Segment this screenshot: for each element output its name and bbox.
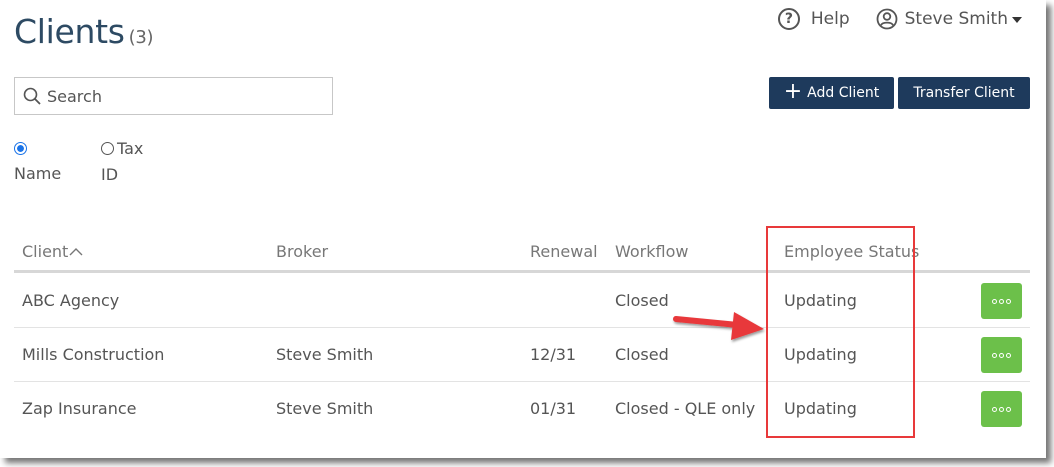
radio-name[interactable]: [14, 142, 27, 155]
radio-tax-label-2: ID: [101, 165, 119, 184]
more-dots-icon: [992, 352, 997, 358]
annotation-arrow-icon: [673, 312, 764, 340]
search-icon: [23, 87, 41, 105]
client-count: (3): [128, 27, 154, 48]
user-name: Steve Smith: [904, 9, 1008, 29]
column-header-renewal[interactable]: Renewal: [530, 242, 598, 261]
more-dots-icon: [992, 298, 997, 304]
user-circle-icon: [876, 8, 898, 30]
column-header-broker[interactable]: Broker: [276, 242, 328, 261]
add-client-button[interactable]: + Add Client: [769, 77, 894, 109]
workflow-status: Closed: [615, 291, 669, 310]
column-header-workflow[interactable]: Workflow: [615, 242, 688, 261]
annotation-highlight-box: [766, 226, 915, 438]
row-actions-button[interactable]: [981, 391, 1022, 427]
radio-tax-option[interactable]: Tax ID: [101, 138, 143, 184]
question-circle-icon: ?: [777, 8, 800, 30]
client-header-label: Client: [22, 242, 69, 261]
broker-name: Steve Smith: [276, 399, 374, 418]
search-input[interactable]: [47, 86, 317, 106]
radio-name-option[interactable]: Name: [14, 138, 61, 183]
caret-down-icon: [1012, 17, 1022, 23]
radio-tax-id[interactable]: [101, 142, 114, 155]
page-title-text: Clients: [14, 12, 125, 51]
app-window: Clients(3) ? Help Steve Smith + Add Clie…: [0, 0, 1046, 458]
row-actions-button[interactable]: [981, 337, 1022, 373]
help-link[interactable]: ? Help: [777, 8, 850, 30]
page-title: Clients (3): [14, 12, 154, 51]
radio-name-label: Name: [14, 164, 62, 183]
add-client-label: Add Client: [807, 85, 880, 101]
renewal-date: 12/31: [530, 345, 577, 364]
search-box: [14, 77, 333, 115]
client-name[interactable]: Zap Insurance: [22, 399, 137, 418]
workflow-status: Closed: [615, 345, 669, 364]
top-right-nav: ? Help Steve Smith: [777, 8, 1022, 30]
sort-asc-icon: [69, 248, 83, 256]
radio-tax-label-1: Tax: [117, 139, 144, 158]
workflow-status: Closed - QLE only: [615, 399, 756, 418]
more-dots-icon: [992, 406, 997, 412]
broker-name: Steve Smith: [276, 345, 374, 364]
transfer-client-button[interactable]: Transfer Client: [898, 77, 1030, 109]
plus-icon: +: [783, 79, 803, 104]
client-name[interactable]: ABC Agency: [22, 291, 119, 310]
renewal-date: 01/31: [530, 399, 577, 418]
client-name[interactable]: Mills Construction: [22, 345, 164, 364]
row-actions-button[interactable]: [981, 283, 1022, 319]
help-label: Help: [810, 9, 850, 29]
column-header-client[interactable]: Client: [22, 242, 83, 261]
transfer-client-label: Transfer Client: [913, 85, 1015, 101]
user-menu[interactable]: Steve Smith: [876, 8, 1022, 30]
